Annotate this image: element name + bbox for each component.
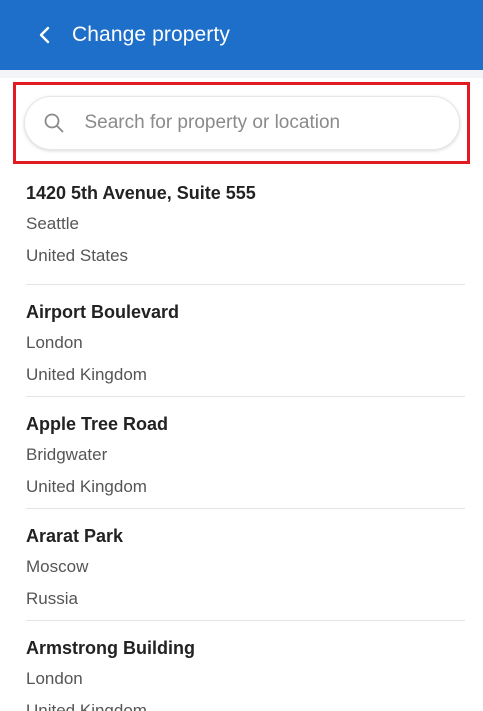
- property-list: 1420 5th Avenue, Suite 555 Seattle Unite…: [0, 176, 483, 711]
- app-header: Change property: [0, 0, 483, 70]
- page-title: Change property: [72, 23, 230, 46]
- property-item[interactable]: 1420 5th Avenue, Suite 555 Seattle Unite…: [26, 176, 465, 285]
- property-country: United Kingdom: [26, 477, 147, 496]
- property-country: United Kingdom: [26, 701, 147, 711]
- property-name: Apple Tree Road: [26, 414, 169, 434]
- property-name: 1420 5th Avenue, Suite 555: [26, 183, 256, 203]
- property-item[interactable]: Airport Boulevard London United Kingdom: [26, 285, 465, 397]
- property-city: Seattle: [26, 214, 79, 233]
- property-item[interactable]: Armstrong Building London United Kingdom: [26, 621, 465, 711]
- property-city: Moscow: [26, 557, 89, 576]
- back-button[interactable]: [30, 20, 60, 50]
- search-highlight-frame: [13, 82, 470, 164]
- property-city: London: [26, 333, 83, 352]
- property-item[interactable]: Apple Tree Road Bridgwater United Kingdo…: [26, 397, 465, 509]
- chevron-left-icon: [39, 26, 50, 44]
- property-city: Bridgwater: [26, 445, 108, 464]
- property-name: Armstrong Building: [26, 638, 195, 658]
- property-city: London: [26, 669, 83, 688]
- search-input[interactable]: [84, 112, 405, 134]
- search-bar[interactable]: [23, 96, 460, 150]
- property-name: Airport Boulevard: [26, 302, 180, 322]
- change-property-screen: Change property 1420 5th Avenue, Suite 5…: [0, 0, 483, 711]
- property-item[interactable]: Ararat Park Moscow Russia: [26, 509, 465, 621]
- search-icon: [44, 113, 63, 133]
- property-country: United States: [26, 246, 129, 265]
- header-divider: [0, 70, 483, 78]
- property-name: Ararat Park: [26, 526, 124, 546]
- property-country: United Kingdom: [26, 365, 147, 384]
- property-country: Russia: [26, 589, 78, 608]
